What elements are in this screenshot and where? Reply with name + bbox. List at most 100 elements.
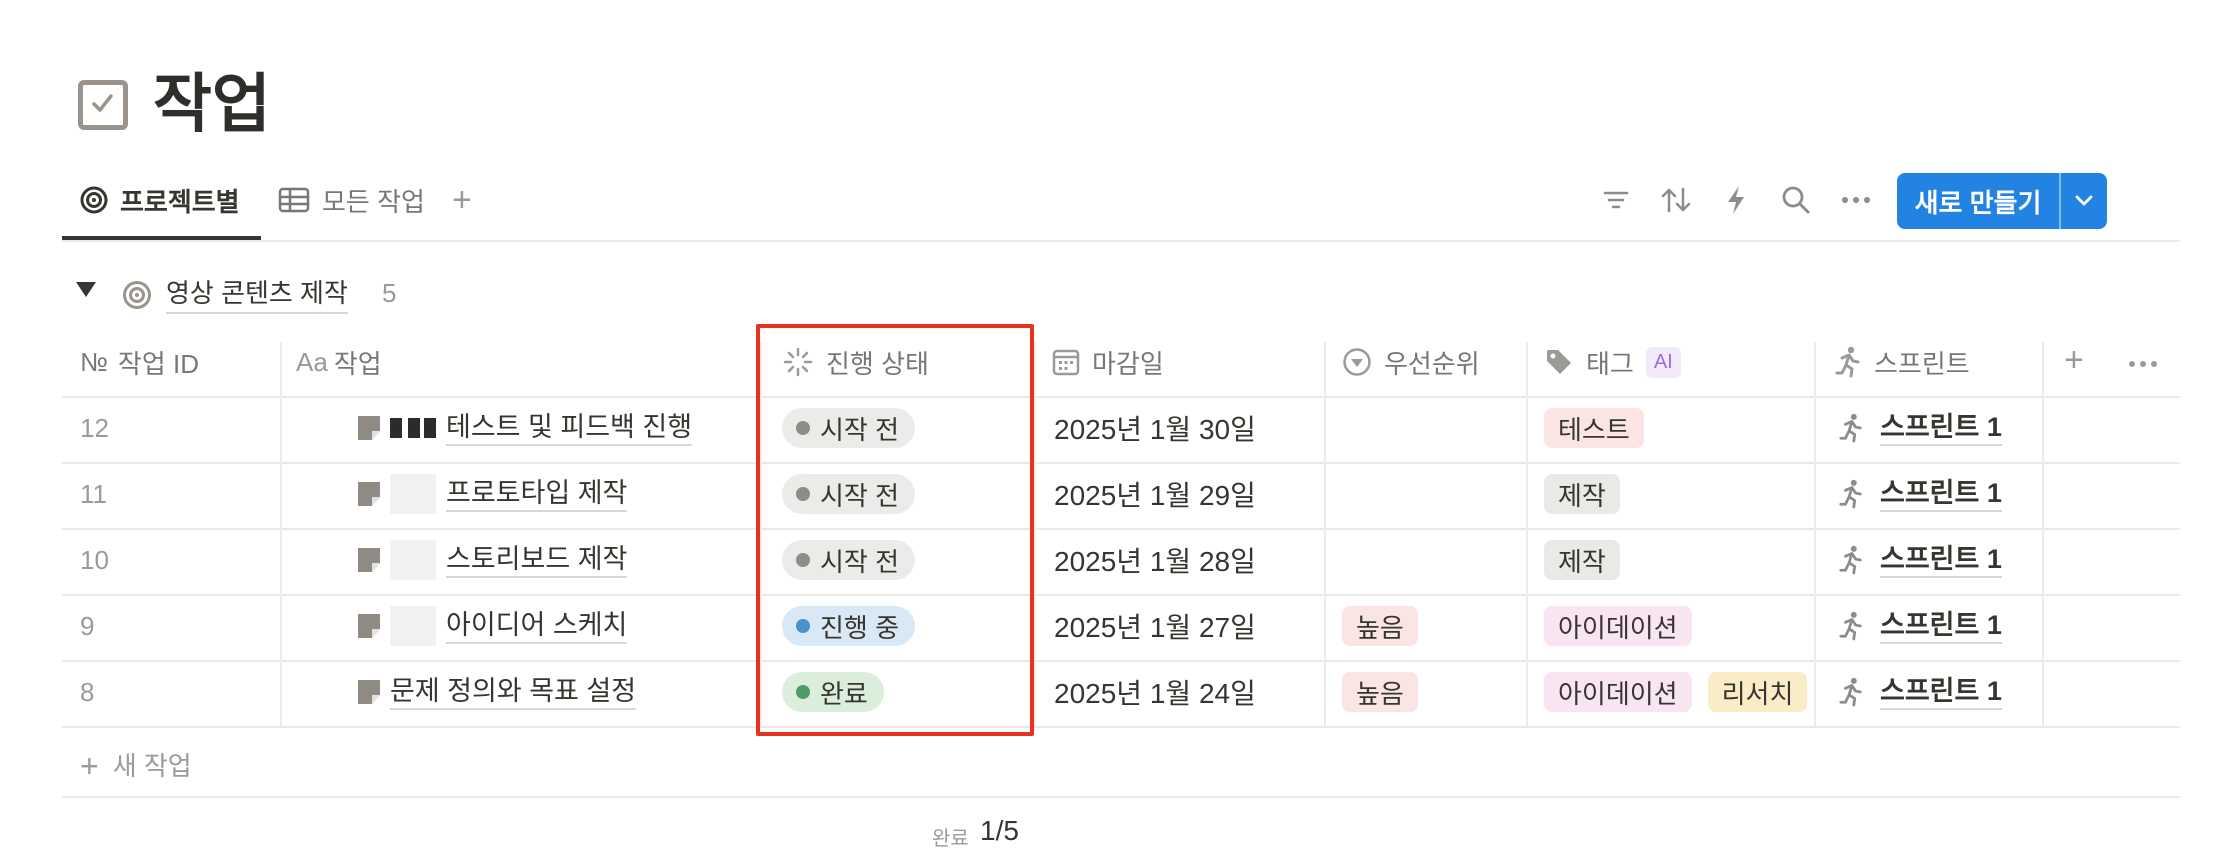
runner-icon xyxy=(1838,413,1864,443)
task-name[interactable]: 테스트 및 피드백 진행 xyxy=(446,410,693,446)
sprint-cell[interactable]: 스프린트 1 xyxy=(1838,660,2002,724)
new-task-button[interactable]: + 새 작업 xyxy=(80,746,192,786)
tab-by-project[interactable]: 프로젝트별 xyxy=(80,176,240,224)
task-name[interactable]: 스토리보드 제작 xyxy=(446,542,628,578)
task-name-cell[interactable]: 문제 정의와 목표 설정 xyxy=(356,660,637,724)
automation-icon[interactable] xyxy=(1716,180,1756,220)
task-name[interactable]: 아이디어 스케치 xyxy=(446,608,628,644)
task-name-cell[interactable]: 프로토타입 제작 xyxy=(356,462,628,526)
tag-pill[interactable]: 테스트 xyxy=(1544,408,1644,448)
runner-icon xyxy=(1834,346,1862,378)
due-date-cell[interactable]: 2025년 1월 24일 xyxy=(1054,660,1256,724)
due-date-cell[interactable]: 2025년 1월 28일 xyxy=(1054,528,1256,592)
tags-cell[interactable]: 테스트 xyxy=(1544,396,1644,460)
tab-bar-divider xyxy=(62,240,2180,242)
task-name[interactable]: 문제 정의와 목표 설정 xyxy=(390,674,637,710)
tags-cell[interactable]: 아이데이션 xyxy=(1544,594,1692,658)
column-header-tags[interactable]: 태그 AI xyxy=(1544,342,1681,382)
sprint-cell[interactable]: 스프린트 1 xyxy=(1838,396,2002,460)
priority-pill[interactable]: 높음 xyxy=(1342,606,1418,646)
page-icon xyxy=(356,414,382,442)
due-date-cell[interactable]: 2025년 1월 30일 xyxy=(1054,396,1256,460)
due-date-cell[interactable]: 2025년 1월 29일 xyxy=(1054,462,1256,526)
redacted-icon xyxy=(390,606,436,646)
table-footer-divider xyxy=(62,796,2180,798)
due-date: 2025년 1월 29일 xyxy=(1054,480,1256,511)
number-icon: № xyxy=(80,346,108,377)
text-type-icon: Aa xyxy=(296,346,328,377)
sprint-cell[interactable]: 스프린트 1 xyxy=(1838,528,2002,592)
collapse-toggle-icon[interactable] xyxy=(76,282,96,297)
tag-pill[interactable]: 리서치 xyxy=(1707,672,1808,712)
new-button-label[interactable]: 새로 만들기 xyxy=(1897,173,2059,229)
sprint-cell[interactable]: 스프린트 1 xyxy=(1838,594,2002,658)
tag-pill[interactable]: 제작 xyxy=(1544,474,1620,514)
title-checkbox-icon[interactable] xyxy=(78,80,128,130)
page-icon xyxy=(356,612,382,640)
task-name[interactable]: 프로토타입 제작 xyxy=(446,476,628,512)
summary-label[interactable]: 완료 xyxy=(932,822,969,851)
group-count: 5 xyxy=(382,278,397,308)
tags-cell[interactable]: 제작 xyxy=(1544,462,1620,526)
tag-pill[interactable]: 아이데이션 xyxy=(1544,672,1692,712)
sprint-link[interactable]: 스프린트 1 xyxy=(1880,674,2002,710)
tags-cell[interactable]: 제작 xyxy=(1544,528,1620,592)
page-title[interactable]: 작업 xyxy=(153,64,271,144)
tag-pill[interactable]: 아이데이션 xyxy=(1544,606,1692,646)
column-label: 마감일 xyxy=(1092,348,1164,379)
group-name[interactable]: 영상 콘텐츠 제작 xyxy=(166,274,348,314)
chevron-down-icon[interactable] xyxy=(2061,173,2107,229)
due-date: 2025년 1월 27일 xyxy=(1054,612,1256,643)
column-header-id[interactable]: № 작업 ID xyxy=(80,342,199,382)
column-divider xyxy=(1324,342,1326,726)
sprint-link[interactable]: 스프린트 1 xyxy=(1880,476,2002,512)
target-icon xyxy=(80,186,108,214)
due-date: 2025년 1월 30일 xyxy=(1054,414,1256,445)
redacted-icon xyxy=(390,540,436,580)
task-id-cell[interactable]: 12 xyxy=(80,396,109,460)
task-id-cell[interactable]: 10 xyxy=(80,528,109,592)
sprint-link[interactable]: 스프린트 1 xyxy=(1880,410,2002,446)
add-property-button[interactable]: + xyxy=(2064,340,2084,380)
column-header-sprint[interactable]: 스프린트 xyxy=(1834,342,1970,382)
summary-value[interactable]: 1/5 xyxy=(980,815,1019,847)
new-button[interactable]: 새로 만들기 xyxy=(1897,173,2107,229)
more-icon[interactable] xyxy=(1836,180,1876,220)
sort-icon[interactable] xyxy=(1656,180,1696,220)
page-icon xyxy=(356,546,382,574)
column-label: 우선순위 xyxy=(1384,348,1480,379)
priority-cell[interactable]: 높음 xyxy=(1342,594,1418,658)
column-label: 작업 ID xyxy=(117,348,199,379)
column-header-due[interactable]: 마감일 xyxy=(1052,342,1164,382)
due-date-cell[interactable]: 2025년 1월 27일 xyxy=(1054,594,1256,658)
task-name-cell[interactable]: 아이디어 스케치 xyxy=(356,594,628,658)
priority-cell[interactable]: 높음 xyxy=(1342,660,1418,724)
add-view-button[interactable]: + xyxy=(452,176,472,224)
tab-all-tasks[interactable]: 모든 작업 xyxy=(278,176,425,224)
ai-badge: AI xyxy=(1645,346,1681,378)
priority-pill[interactable]: 높음 xyxy=(1342,672,1418,712)
due-date: 2025년 1월 24일 xyxy=(1054,678,1256,709)
filter-icon[interactable] xyxy=(1596,180,1636,220)
more-icon[interactable] xyxy=(2128,355,2158,373)
task-name-cell[interactable]: 스토리보드 제작 xyxy=(356,528,628,592)
column-header-priority[interactable]: 우선순위 xyxy=(1342,342,1480,382)
tab-label: 프로젝트별 xyxy=(120,186,240,217)
column-header-task[interactable]: Aa 작업 xyxy=(296,342,382,382)
page-icon xyxy=(356,480,382,508)
task-id-cell[interactable]: 8 xyxy=(80,660,94,724)
tag-icon xyxy=(1544,347,1574,377)
tags-cell[interactable]: 아이데이션 리서치 xyxy=(1544,660,1808,724)
task-id-cell[interactable]: 9 xyxy=(80,594,94,658)
task-id: 9 xyxy=(80,610,95,641)
tag-pill[interactable]: 제작 xyxy=(1544,540,1620,580)
calendar-icon xyxy=(1052,348,1080,376)
task-id-cell[interactable]: 11 xyxy=(80,462,107,526)
select-icon xyxy=(1342,347,1372,377)
search-icon[interactable] xyxy=(1776,180,1816,220)
table-icon xyxy=(278,187,310,213)
sprint-link[interactable]: 스프린트 1 xyxy=(1880,608,2002,644)
sprint-link[interactable]: 스프린트 1 xyxy=(1880,542,2002,578)
task-name-cell[interactable]: 테스트 및 피드백 진행 xyxy=(356,396,693,460)
sprint-cell[interactable]: 스프린트 1 xyxy=(1838,462,2002,526)
